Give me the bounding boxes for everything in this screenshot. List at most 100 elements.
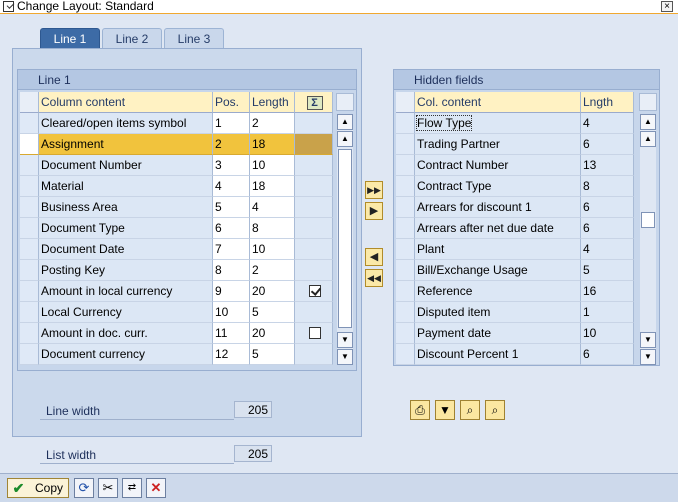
row-selector[interactable] [396, 155, 415, 176]
position-cell[interactable]: 4 [213, 176, 250, 197]
table-row[interactable]: Document currency 12 5 [20, 344, 334, 365]
length-header[interactable]: Lngth [581, 92, 634, 113]
table-row[interactable]: Trading Partner 6 [396, 134, 636, 155]
table-row[interactable]: Document Type 6 8 [20, 218, 334, 239]
length-cell[interactable]: 18 [250, 134, 295, 155]
row-selector[interactable] [396, 323, 415, 344]
row-selector[interactable] [20, 260, 39, 281]
table-row[interactable]: Payment date 10 [396, 323, 636, 344]
tab-line-1[interactable]: Line 1 [40, 28, 100, 48]
position-cell[interactable]: 7 [213, 239, 250, 260]
length-cell[interactable]: 4 [250, 197, 295, 218]
copy-button[interactable]: ✔ Copy [7, 478, 69, 498]
right-table-scrollbar[interactable]: ▲ ▲ ▼ ▼ [640, 114, 656, 365]
scroll-up-icon[interactable]: ▲ [337, 131, 353, 147]
length-cell[interactable]: 5 [250, 302, 295, 323]
row-selector[interactable] [20, 155, 39, 176]
scroll-thumb[interactable] [338, 149, 352, 328]
row-selector[interactable] [396, 218, 415, 239]
cut-icon[interactable]: ✂ [98, 478, 118, 498]
row-selector[interactable] [20, 197, 39, 218]
column-content-header[interactable]: Col. content [415, 92, 581, 113]
transfer-icon[interactable]: ⇄ [122, 478, 142, 498]
length-cell[interactable]: 2 [250, 260, 295, 281]
table-row[interactable]: Bill/Exchange Usage 5 [396, 260, 636, 281]
position-cell[interactable]: 12 [213, 344, 250, 365]
table-row[interactable]: Plant 4 [396, 239, 636, 260]
move-left-button[interactable]: ◀ [365, 248, 383, 266]
table-row[interactable]: Material 4 18 [20, 176, 334, 197]
sum-icon[interactable]: Σ [306, 96, 323, 110]
row-selector[interactable] [396, 344, 415, 365]
row-selector[interactable] [396, 302, 415, 323]
position-header[interactable]: Pos. [213, 92, 250, 113]
find-icon[interactable]: ⌕ [460, 400, 480, 420]
refresh-icon[interactable]: ⟳ [74, 478, 94, 498]
table-row[interactable]: Document Number 3 10 [20, 155, 334, 176]
row-selector[interactable] [396, 176, 415, 197]
row-selector[interactable] [20, 176, 39, 197]
length-cell[interactable]: 18 [250, 176, 295, 197]
totals-header[interactable]: Σ [295, 92, 333, 113]
column-settings-icon[interactable] [639, 93, 657, 111]
row-selector[interactable] [396, 239, 415, 260]
position-cell[interactable]: 5 [213, 197, 250, 218]
length-cell[interactable]: 20 [250, 323, 295, 344]
position-cell[interactable]: 8 [213, 260, 250, 281]
table-row[interactable]: Contract Type 8 [396, 176, 636, 197]
table-row[interactable]: Disputed item 1 [396, 302, 636, 323]
find-next-icon[interactable]: ⌕ [485, 400, 505, 420]
totals-checkbox[interactable] [308, 327, 321, 339]
select-all-cell[interactable] [396, 92, 415, 113]
select-all-cell[interactable] [20, 92, 39, 113]
left-table-scrollbar[interactable]: ▲ ▲ ▼ ▼ [337, 114, 353, 365]
length-cell[interactable]: 2 [250, 113, 295, 134]
column-content-header[interactable]: Column content [39, 92, 213, 113]
scroll-down-icon[interactable]: ▼ [640, 332, 656, 348]
row-selector[interactable] [20, 239, 39, 260]
position-cell[interactable]: 10 [213, 302, 250, 323]
length-cell[interactable]: 20 [250, 281, 295, 302]
table-row[interactable]: Posting Key 8 2 [20, 260, 334, 281]
table-row[interactable]: Contract Number 13 [396, 155, 636, 176]
scroll-down-icon[interactable]: ▼ [640, 349, 656, 365]
table-row[interactable]: Flow Type 4 [396, 113, 636, 134]
length-cell[interactable]: 10 [250, 239, 295, 260]
table-row-selected[interactable]: Assignment 2 18 [20, 134, 334, 155]
table-row[interactable]: Amount in doc. curr. 11 20 [20, 323, 334, 344]
row-selector[interactable] [20, 134, 39, 155]
row-selector[interactable] [20, 302, 39, 323]
move-all-right-button[interactable]: ▶▶ [365, 181, 383, 199]
position-cell[interactable]: 6 [213, 218, 250, 239]
totals-checkbox[interactable] [308, 285, 321, 297]
table-row[interactable]: Amount in local currency 9 20 [20, 281, 334, 302]
position-cell[interactable]: 9 [213, 281, 250, 302]
row-selector[interactable] [396, 197, 415, 218]
row-selector[interactable] [20, 281, 39, 302]
move-right-button[interactable]: ▶ [365, 202, 383, 220]
table-row[interactable]: Document Date 7 10 [20, 239, 334, 260]
position-cell[interactable]: 2 [213, 134, 250, 155]
position-cell[interactable]: 11 [213, 323, 250, 344]
tab-line-3[interactable]: Line 3 [164, 28, 224, 48]
move-all-left-button[interactable]: ◀◀ [365, 269, 383, 287]
table-row[interactable]: Arrears for discount 1 6 [396, 197, 636, 218]
position-cell[interactable]: 1 [213, 113, 250, 134]
length-cell[interactable]: 5 [250, 344, 295, 365]
scroll-up-icon[interactable]: ▲ [640, 114, 656, 130]
row-selector[interactable] [396, 134, 415, 155]
position-cell[interactable]: 3 [213, 155, 250, 176]
table-row[interactable]: Cleared/open items symbol 1 2 [20, 113, 334, 134]
scroll-down-icon[interactable]: ▼ [337, 349, 353, 365]
length-cell[interactable]: 10 [250, 155, 295, 176]
table-row[interactable]: Discount Percent 1 6 [396, 344, 636, 365]
row-selector[interactable] [20, 113, 39, 134]
row-selector[interactable] [396, 113, 415, 134]
scroll-thumb[interactable] [641, 212, 655, 228]
scroll-up-icon[interactable]: ▲ [640, 131, 656, 147]
scroll-down-icon[interactable]: ▼ [337, 332, 353, 348]
tab-line-2[interactable]: Line 2 [102, 28, 162, 48]
table-row[interactable]: Business Area 5 4 [20, 197, 334, 218]
filter-icon[interactable]: ▼ [435, 400, 455, 420]
row-selector[interactable] [20, 323, 39, 344]
